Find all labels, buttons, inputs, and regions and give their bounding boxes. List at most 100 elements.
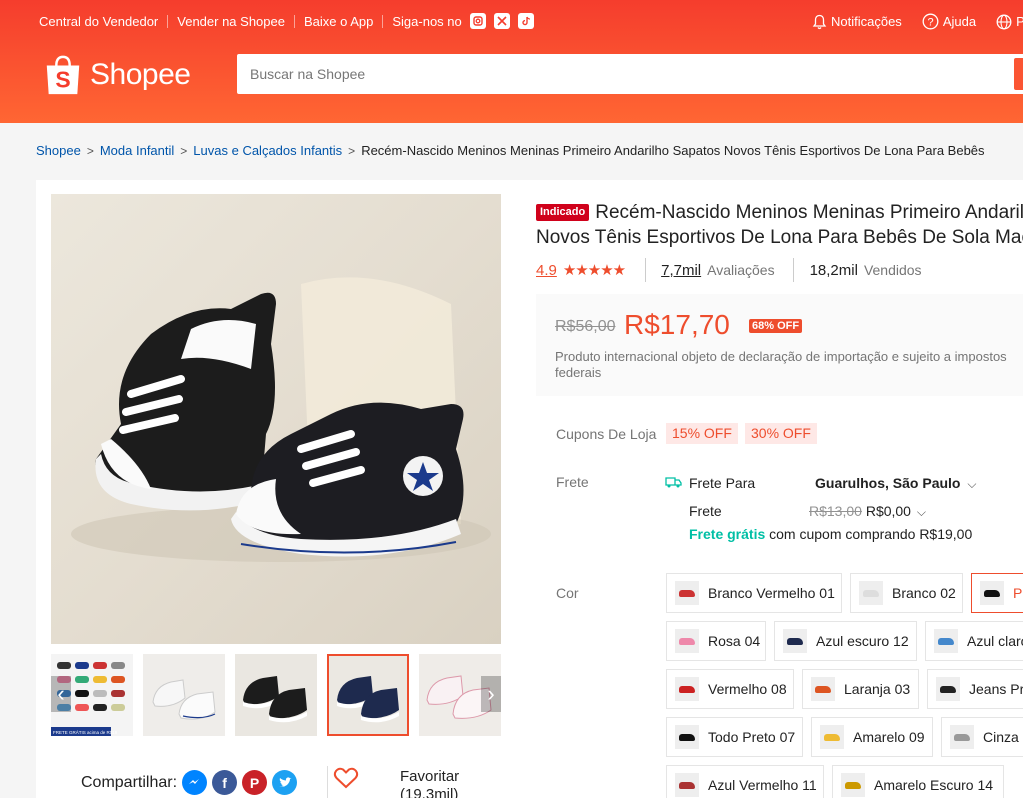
color-option-label: Laranja 03 [844, 681, 911, 697]
coupon-30-off[interactable]: 30% OFF [745, 423, 817, 444]
coupon-15-off[interactable]: 15% OFF [666, 423, 738, 444]
color-option-label: Azul escuro 12 [816, 633, 909, 649]
reviews-label: Avaliações [707, 262, 775, 278]
thumbnail-image[interactable] [235, 654, 317, 736]
color-option-branco-02[interactable]: Branco 02 [850, 573, 963, 613]
thumbnail-image-selected[interactable] [327, 654, 409, 736]
search-bar [237, 54, 1023, 94]
product-title: Indicado Recém-Nascido Meninos Meninas Pr… [536, 200, 1023, 252]
breadcrumb-link-subcategory[interactable]: Luvas e Calçados Infantis [193, 143, 342, 158]
product-title-line2: Novos Tênis Esportivos De Lona Para Bebê… [536, 227, 1023, 248]
help-link[interactable]: ? Ajuda [922, 13, 976, 30]
color-option-preto-selected[interactable]: Preto [971, 573, 1023, 613]
rating-stars: ★★★★★ [562, 262, 626, 279]
discount-badge: 68% OFF [749, 319, 803, 333]
color-swatch [950, 725, 974, 749]
pinterest-icon[interactable]: P [242, 770, 268, 795]
thumbnail-image[interactable] [143, 654, 225, 736]
divider [792, 258, 794, 282]
search-button[interactable] [1014, 58, 1023, 90]
share-label: Compartilhar: [81, 773, 178, 791]
favorite-button[interactable]: Favoritar (19,3mil) [333, 766, 459, 798]
color-option-azul-escuro-12[interactable]: Azul escuro 12 [774, 621, 917, 661]
color-option-label: Azul claro [967, 633, 1023, 649]
globe-icon [996, 14, 1012, 29]
divider [293, 14, 295, 28]
sold-count: 18,2mil [809, 261, 858, 279]
import-notice-line1: Produto internacional objeto de declaraç… [555, 349, 1007, 364]
color-option-azul-claro[interactable]: Azul claro [925, 621, 1023, 661]
seller-center-link[interactable]: Central do Vendedor [39, 14, 158, 29]
reviews-count[interactable]: 7,7mil [661, 262, 701, 279]
header: Central do Vendedor Vender na Shopee Bai… [0, 0, 1023, 123]
divider [645, 258, 647, 282]
messenger-icon[interactable] [182, 770, 208, 795]
color-option-amarelo-escuro-14[interactable]: Amarelo Escuro 14 [832, 765, 1004, 798]
thumbnail-overlay-text: FRETE GRÁTIS acima de R$19 [53, 729, 118, 735]
product-title-line1: Recém-Nascido Meninos Meninas Primeiro A… [595, 202, 1023, 223]
color-option-rosa-04[interactable]: Rosa 04 [666, 621, 766, 661]
notifications-link[interactable]: Notificações [812, 14, 902, 30]
color-option-vermelho-08[interactable]: Vermelho 08 [666, 669, 794, 709]
shipping-fee-new: R$0,00 [865, 503, 911, 519]
product-stats: 4.9 ★★★★★ 7,7mil Avaliações 18,2mil Vend… [536, 258, 922, 282]
color-option-label: Azul Vermelho 11 [708, 777, 817, 793]
chevron-down-icon: ⌵ [916, 505, 926, 519]
help-icon: ? [922, 13, 939, 30]
color-option-laranja-03[interactable]: Laranja 03 [802, 669, 919, 709]
recommended-badge: Indicado [536, 204, 590, 221]
search-input[interactable] [237, 54, 997, 94]
notifications-label: Notificações [831, 14, 902, 29]
gallery-prev-button[interactable]: ‹ [51, 676, 71, 712]
facebook-icon[interactable]: f [212, 770, 238, 795]
top-bar-right: Notificações ? Ajuda Po [812, 13, 1023, 30]
rating-value[interactable]: 4.9 [536, 262, 557, 279]
color-option-label: Rosa 04 [708, 633, 761, 649]
color-swatch [783, 629, 807, 653]
color-swatch [936, 677, 960, 701]
language-label: Po [1016, 14, 1023, 29]
ship-location-selector[interactable]: Guarulhos, São Paulo ⌵ [815, 475, 976, 492]
help-label: Ajuda [942, 14, 977, 29]
color-swatch [675, 725, 699, 749]
color-swatch [980, 581, 1004, 605]
color-swatch [675, 677, 699, 701]
twitter-icon[interactable] [272, 770, 298, 795]
sell-on-shopee-link[interactable]: Vender na Shopee [177, 14, 285, 29]
shopping-bag-icon: S [46, 55, 80, 95]
gallery-next-button[interactable]: › [481, 676, 501, 712]
breadcrumb-link-home[interactable]: Shopee [36, 143, 81, 158]
color-option-amarelo-09[interactable]: Amarelo 09 [811, 717, 933, 757]
download-app-link[interactable]: Baixe o App [304, 14, 373, 29]
color-option-cinza[interactable]: Cinza 1 [941, 717, 1023, 757]
x-icon[interactable] [493, 13, 510, 29]
color-option-label: Preto [1013, 585, 1023, 601]
top-bar-left: Central do Vendedor Vender na Shopee Bai… [39, 13, 534, 29]
color-swatch [859, 581, 883, 605]
color-option-todo-preto-07[interactable]: Todo Preto 07 [666, 717, 803, 757]
breadcrumb-link-category[interactable]: Moda Infantil [100, 143, 174, 158]
color-option-label: Branco Vermelho 01 [708, 585, 835, 601]
tiktok-icon[interactable] [517, 13, 534, 29]
heart-icon [333, 767, 359, 789]
chevron-right-icon: > [180, 143, 188, 158]
favorite-label: Favoritar (19,3mil) [400, 768, 459, 798]
color-option-branco-vermelho-01[interactable]: Branco Vermelho 01 [666, 573, 842, 613]
coupons-label: Cupons De Loja [556, 426, 657, 442]
color-option-label: Vermelho 08 [708, 681, 787, 697]
bell-icon [812, 14, 827, 29]
import-notice-line2: federais [555, 365, 602, 380]
color-option-azul-vermelho-11[interactable]: Azul Vermelho 11 [666, 765, 824, 798]
shipping-fee[interactable]: R$13,00 R$0,00 ⌵ [809, 503, 926, 520]
color-option-label: Jeans Preto [969, 681, 1023, 697]
color-option-label: Amarelo Escuro 14 [874, 777, 994, 793]
instagram-icon[interactable] [469, 13, 486, 29]
free-shipping-condition: com cupom comprando R$19,00 [769, 526, 973, 542]
color-label: Cor [556, 585, 579, 601]
shopee-logo[interactable]: S Shopee [44, 52, 191, 98]
color-option-jeans-preto[interactable]: Jeans Preto [927, 669, 1023, 709]
free-shipping-label: Frete grátis [689, 526, 766, 542]
product-main-image[interactable] [51, 194, 501, 644]
chevron-right-icon: > [86, 143, 94, 158]
language-selector[interactable]: Po [996, 14, 1023, 30]
